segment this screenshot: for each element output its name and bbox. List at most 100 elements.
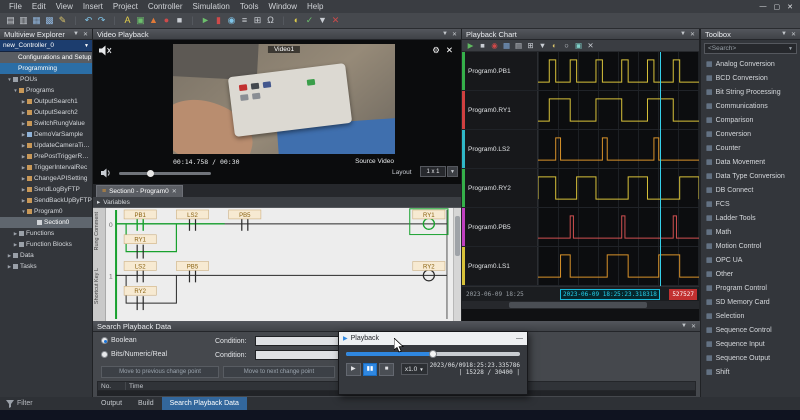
video-close-icon[interactable]: ✕	[446, 45, 453, 56]
menu-item[interactable]: Edit	[27, 2, 51, 11]
toolbox-category[interactable]: ▦ Sequence Output	[701, 351, 800, 365]
toolbox-category[interactable]: ▦ Motion Control	[701, 239, 800, 253]
toolbar-icon[interactable]: ▲	[147, 13, 160, 28]
tree-expander-icon[interactable]: ▶	[20, 198, 27, 204]
tree-item[interactable]: ▶ UpdateCameraTime	[0, 140, 92, 151]
restore-icon[interactable]: ▢	[774, 3, 781, 11]
tree-item[interactable]: ▶ ChangeAPISetting	[0, 173, 92, 184]
toolbar-icon[interactable]: ▣	[134, 13, 147, 28]
menu-item[interactable]: View	[51, 2, 78, 11]
toolbox-category[interactable]: ▦ Sequence Control	[701, 323, 800, 337]
menu-item[interactable]: File	[4, 2, 27, 11]
toolbox-category[interactable]: ▦ Data Movement	[701, 155, 800, 169]
chart-toolbar-icon[interactable]: ■	[477, 41, 488, 50]
toolbox-category[interactable]: ▦ OPC UA	[701, 253, 800, 267]
panel-close-icon[interactable]: ✕	[691, 323, 696, 330]
radio-unselected-icon[interactable]	[101, 351, 108, 358]
speed-select[interactable]: x1.0 ▼	[401, 363, 428, 375]
panel-collapse-icon[interactable]: ▼	[681, 323, 687, 330]
tree-item[interactable]: Configurations and Setup	[0, 52, 92, 63]
filter-control[interactable]: Filter	[0, 400, 93, 408]
tree-item[interactable]: ▶ OutputSearch2	[0, 107, 92, 118]
toolbox-category[interactable]: ▦ Comparison	[701, 113, 800, 127]
toolbox-category[interactable]: ▦ Program Control	[701, 281, 800, 295]
signal-label[interactable]: Program0.PB1	[462, 52, 538, 90]
toolbox-category[interactable]: ▦ Bit String Processing	[701, 85, 800, 99]
signal-label[interactable]: Program0.RY2	[462, 169, 538, 207]
gear-icon[interactable]: ⚙	[432, 45, 440, 56]
panel-collapse-icon[interactable]: ▼	[781, 31, 787, 38]
signal-label[interactable]: Program0.PB5	[462, 208, 538, 246]
signal-waveform[interactable]	[538, 130, 699, 168]
toolbar-icon[interactable]: Ω	[264, 13, 277, 28]
toolbar-icon[interactable]: ✕	[329, 13, 342, 28]
signal-label[interactable]: Program0.LS2	[462, 130, 538, 168]
toolbar-icon[interactable]: |	[186, 13, 199, 28]
tab-close-icon[interactable]: ✕	[172, 188, 177, 195]
ladder-canvas[interactable]: 0 PB1 LS2 PB5 RY1 RY1 1 LS2	[106, 208, 453, 321]
signal-waveform[interactable]	[538, 91, 699, 129]
toolbox-search-input[interactable]: <Search> ▼	[704, 43, 797, 54]
move-previous-button[interactable]: Move to previous change point	[101, 366, 219, 378]
layout-dropdown-icon[interactable]: ▼	[447, 166, 458, 177]
tree-item[interactable]: ▼ Program0	[0, 206, 92, 217]
toolbox-category[interactable]: ▦ Selection	[701, 309, 800, 323]
tree-expander-icon[interactable]: ▶	[6, 253, 13, 259]
chart-scrollbar[interactable]	[462, 301, 699, 309]
tree-item[interactable]: ▶ SendLogByFTP	[0, 184, 92, 195]
menu-item[interactable]: Project	[108, 2, 143, 11]
toolbar-icon[interactable]: ▮	[212, 13, 225, 28]
device-selector[interactable]: new_Controller_0 ▼	[0, 40, 92, 52]
toolbar-icon[interactable]: ▼	[316, 13, 329, 28]
panel-close-icon[interactable]: ✕	[452, 31, 457, 38]
tree-item[interactable]: ▶ SwitchRungValue	[0, 118, 92, 129]
signal-waveform[interactable]	[538, 247, 699, 285]
chart-toolbar-icon[interactable]: ▣	[573, 41, 584, 50]
tree-expander-icon[interactable]: ▶	[12, 242, 19, 248]
menu-item[interactable]: Simulation	[188, 2, 235, 11]
toolbox-category[interactable]: ▦ Ladder Tools	[701, 211, 800, 225]
tree-expander-icon[interactable]: ▶	[20, 165, 27, 171]
toolbox-category[interactable]: ▦ SD Memory Card	[701, 295, 800, 309]
tree-expander-icon[interactable]: ▼	[12, 88, 19, 93]
toolbar-icon[interactable]: ⊞	[251, 13, 264, 28]
menu-item[interactable]: Controller	[143, 2, 188, 11]
chart-cursor-line[interactable]	[660, 52, 661, 286]
toolbox-category[interactable]: ▦ Sequence Input	[701, 337, 800, 351]
chart-toolbar-icon[interactable]: ◐	[549, 41, 560, 50]
toolbar-icon[interactable]: ▥	[17, 13, 30, 28]
menu-item[interactable]: Tools	[235, 2, 264, 11]
move-next-button[interactable]: Move to next change point	[223, 366, 335, 378]
tree-expander-icon[interactable]: ▶	[20, 110, 27, 116]
mute-icon[interactable]	[99, 45, 112, 56]
chart-toolbar-icon[interactable]: ◉	[489, 41, 500, 50]
tree-expander-icon[interactable]: ▶	[20, 121, 27, 127]
toolbar-icon[interactable]: |	[69, 13, 82, 28]
tree-expander-icon[interactable]: ▶	[6, 264, 13, 270]
playback-slider[interactable]	[346, 350, 520, 358]
popup-minimize-icon[interactable]: —	[516, 335, 523, 342]
toolbar-icon[interactable]: ✎	[56, 13, 69, 28]
video-frame[interactable]: Video1	[173, 44, 395, 154]
toolbox-category[interactable]: ▦ Math	[701, 225, 800, 239]
tree-expander-icon[interactable]: ▶	[20, 187, 27, 193]
slider-handle[interactable]	[429, 350, 437, 358]
panel-close-icon[interactable]: ✕	[83, 31, 88, 38]
toolbar-icon[interactable]: |	[108, 13, 121, 28]
toolbar-icon[interactable]: A	[121, 13, 134, 28]
toolbar-icon[interactable]: ●	[160, 13, 173, 28]
toolbox-category[interactable]: ▦ Shift	[701, 365, 800, 379]
tree-item[interactable]: ▶ DemoVarSample	[0, 129, 92, 140]
signal-waveform[interactable]	[538, 169, 699, 207]
toolbox-category[interactable]: ▦ BCD Conversion	[701, 71, 800, 85]
chart-toolbar-icon[interactable]: ⊞	[525, 41, 536, 50]
tree-item[interactable]: ▼ POUs	[0, 74, 92, 85]
panel-close-icon[interactable]: ✕	[791, 31, 796, 38]
chart-toolbar-icon[interactable]: ▦	[501, 41, 512, 50]
menu-item[interactable]: Insert	[78, 2, 108, 11]
toolbar-icon[interactable]: ▤	[4, 13, 17, 28]
radio-selected-icon[interactable]	[101, 337, 108, 344]
toolbar-icon[interactable]: ◐	[290, 13, 303, 28]
status-tab[interactable]: Output	[93, 397, 130, 410]
tree-item[interactable]: ▼ Programs	[0, 85, 92, 96]
